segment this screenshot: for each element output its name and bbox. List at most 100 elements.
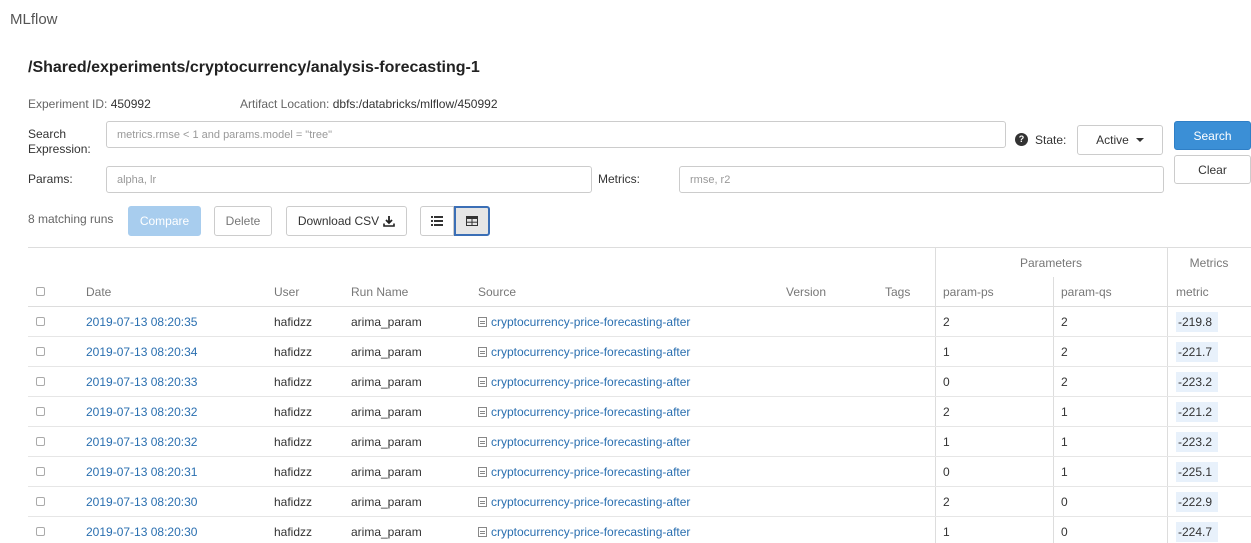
clear-button-label: Clear bbox=[1198, 162, 1227, 177]
run-name: arima_param bbox=[351, 495, 422, 509]
column-divider bbox=[1167, 397, 1168, 426]
search-expression-label-line2: Expression: bbox=[28, 142, 91, 156]
row-checkbox[interactable] bbox=[36, 437, 45, 446]
run-param-ps: 1 bbox=[943, 345, 950, 359]
help-icon[interactable]: ? bbox=[1015, 133, 1028, 146]
runs-table: Parameters Metrics Date User Run Name So… bbox=[28, 247, 1251, 543]
table-header-row: Date User Run Name Source Version Tags p… bbox=[28, 277, 1251, 307]
column-header-version[interactable]: Version bbox=[786, 277, 826, 307]
column-divider bbox=[1167, 277, 1168, 306]
run-param-ps: 2 bbox=[943, 405, 950, 419]
run-date-link[interactable]: 2019-07-13 08:20:35 bbox=[86, 307, 197, 337]
run-name: arima_param bbox=[351, 345, 422, 359]
run-user: hafidzz bbox=[274, 495, 313, 509]
column-divider bbox=[1167, 367, 1168, 396]
column-divider bbox=[935, 487, 936, 516]
run-date-link[interactable]: 2019-07-13 08:20:33 bbox=[86, 367, 197, 397]
delete-button[interactable]: Delete bbox=[214, 206, 272, 236]
list-view-button[interactable] bbox=[420, 206, 454, 236]
column-header-date[interactable]: Date bbox=[86, 277, 111, 307]
run-source-link[interactable]: cryptocurrency-price-forecasting-after bbox=[478, 457, 690, 487]
column-divider bbox=[1167, 307, 1168, 336]
artifact-location: Artifact Location: dbfs:/databricks/mlfl… bbox=[240, 97, 498, 111]
run-user: hafidzz bbox=[274, 465, 313, 479]
notebook-icon bbox=[478, 467, 487, 477]
table-row: 2019-07-13 08:20:32 hafidzz arima_param … bbox=[28, 427, 1251, 457]
column-header-metric[interactable]: metric bbox=[1176, 277, 1209, 307]
run-source-link[interactable]: cryptocurrency-price-forecasting-after bbox=[478, 427, 690, 457]
run-param-qs: 1 bbox=[1061, 435, 1068, 449]
run-source-text: cryptocurrency-price-forecasting-after bbox=[491, 525, 691, 539]
search-expression-input[interactable]: metrics.rmse < 1 and params.model = "tre… bbox=[106, 121, 1006, 148]
run-metric-value: -221.7 bbox=[1176, 342, 1219, 362]
row-checkbox[interactable] bbox=[36, 407, 45, 416]
run-source-text: cryptocurrency-price-forecasting-after bbox=[491, 435, 691, 449]
row-checkbox[interactable] bbox=[36, 377, 45, 386]
run-metric-value: -221.2 bbox=[1176, 402, 1219, 422]
row-checkbox[interactable] bbox=[36, 497, 45, 506]
column-divider bbox=[935, 277, 936, 306]
row-checkbox[interactable] bbox=[36, 467, 45, 476]
search-button[interactable]: Search bbox=[1174, 121, 1251, 150]
search-expression-placeholder: metrics.rmse < 1 and params.model = "tre… bbox=[117, 128, 333, 141]
run-metric-value: -222.9 bbox=[1176, 492, 1219, 512]
params-label: Params: bbox=[28, 172, 73, 186]
run-date-link[interactable]: 2019-07-13 08:20:32 bbox=[86, 397, 197, 427]
row-checkbox[interactable] bbox=[36, 317, 45, 326]
run-param-ps: 0 bbox=[943, 465, 950, 479]
run-source-link[interactable]: cryptocurrency-price-forecasting-after bbox=[478, 487, 690, 517]
column-divider bbox=[935, 427, 936, 456]
run-source-link[interactable]: cryptocurrency-price-forecasting-after bbox=[478, 367, 690, 397]
clear-button[interactable]: Clear bbox=[1174, 155, 1251, 184]
run-param-ps: 0 bbox=[943, 375, 950, 389]
table-view-button[interactable] bbox=[454, 206, 490, 236]
notebook-icon bbox=[478, 407, 487, 417]
column-divider bbox=[1167, 517, 1168, 543]
column-header-run-name[interactable]: Run Name bbox=[351, 277, 408, 307]
run-source-link[interactable]: cryptocurrency-price-forecasting-after bbox=[478, 397, 690, 427]
run-name: arima_param bbox=[351, 405, 422, 419]
state-value: Active bbox=[1096, 133, 1129, 147]
metrics-placeholder: rmse, r2 bbox=[690, 173, 731, 186]
column-header-param-ps[interactable]: param-ps bbox=[943, 277, 994, 307]
run-date-link[interactable]: 2019-07-13 08:20:34 bbox=[86, 337, 197, 367]
experiment-title: /Shared/experiments/cryptocurrency/analy… bbox=[28, 59, 480, 76]
column-divider bbox=[1053, 427, 1054, 456]
delete-button-label: Delete bbox=[225, 214, 261, 228]
metrics-group-header: Metrics bbox=[1189, 256, 1229, 270]
column-header-tags[interactable]: Tags bbox=[885, 277, 910, 307]
column-divider bbox=[1167, 457, 1168, 486]
table-row: 2019-07-13 08:20:33 hafidzz arima_param … bbox=[28, 367, 1251, 397]
metrics-input[interactable]: rmse, r2 bbox=[679, 166, 1164, 193]
run-source-text: cryptocurrency-price-forecasting-after bbox=[491, 465, 691, 479]
table-row: 2019-07-13 08:20:31 hafidzz arima_param … bbox=[28, 457, 1251, 487]
row-checkbox[interactable] bbox=[36, 527, 45, 536]
params-input[interactable]: alpha, lr bbox=[106, 166, 592, 193]
run-date-link[interactable]: 2019-07-13 08:20:32 bbox=[86, 427, 197, 457]
column-divider bbox=[1053, 367, 1054, 396]
run-source-link[interactable]: cryptocurrency-price-forecasting-after bbox=[478, 337, 690, 367]
artifact-location-label: Artifact Location: bbox=[240, 97, 330, 111]
column-divider bbox=[1167, 487, 1168, 516]
column-divider bbox=[1053, 337, 1054, 366]
search-button-label: Search bbox=[1193, 128, 1232, 143]
run-date-link[interactable]: 2019-07-13 08:20:30 bbox=[86, 487, 197, 517]
download-csv-button[interactable]: Download CSV bbox=[286, 206, 407, 236]
compare-button[interactable]: Compare bbox=[128, 206, 201, 236]
experiment-id-value: 450992 bbox=[110, 97, 151, 111]
column-header-user[interactable]: User bbox=[274, 277, 299, 307]
column-header-param-qs[interactable]: param-qs bbox=[1061, 277, 1112, 307]
run-source-link[interactable]: cryptocurrency-price-forecasting-after bbox=[478, 307, 690, 337]
run-source-text: cryptocurrency-price-forecasting-after bbox=[491, 315, 691, 329]
run-source-link[interactable]: cryptocurrency-price-forecasting-after bbox=[478, 517, 690, 543]
select-all-checkbox[interactable] bbox=[36, 287, 45, 296]
run-date-link[interactable]: 2019-07-13 08:20:31 bbox=[86, 457, 197, 487]
column-divider bbox=[935, 367, 936, 396]
row-checkbox[interactable] bbox=[36, 347, 45, 356]
run-date-link[interactable]: 2019-07-13 08:20:30 bbox=[86, 517, 197, 543]
run-name: arima_param bbox=[351, 435, 422, 449]
state-dropdown[interactable]: Active bbox=[1077, 125, 1163, 155]
column-header-source[interactable]: Source bbox=[478, 277, 516, 307]
column-divider bbox=[935, 307, 936, 336]
run-param-ps: 2 bbox=[943, 495, 950, 509]
